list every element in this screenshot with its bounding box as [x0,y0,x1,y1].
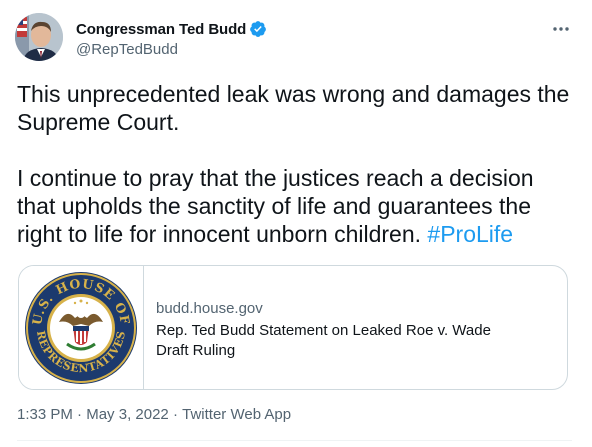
more-options-button[interactable] [550,18,572,40]
meta-separator: · [72,406,87,423]
link-card[interactable]: U.S. HOUSE OF REPRESENTATIVES budd.house… [18,265,568,390]
tweet[interactable]: Congressman Ted Budd @RepTedBudd This un… [0,0,592,447]
card-domain: budd.house.gov [156,300,263,317]
hashtag-link[interactable]: #ProLife [427,221,513,247]
tweet-paragraph-2: I continue to pray that the justices rea… [17,164,572,248]
tweet-text: This unprecedented leak was wrong and da… [17,80,572,248]
house-seal-logo: U.S. HOUSE OF REPRESENTATIVES [25,271,137,384]
card-title: Rep. Ted Budd Statement on Leaked Roe v.… [156,322,491,359]
verified-badge-icon [250,21,267,37]
tweet-time[interactable]: 1:33 PM [17,406,73,423]
avatar[interactable] [15,13,63,61]
author-block: Congressman Ted Budd @RepTedBudd [76,19,267,58]
handle[interactable]: @RepTedBudd [76,41,267,58]
tweet-source[interactable]: Twitter Web App [182,406,291,423]
card-thumbnail: U.S. HOUSE OF REPRESENTATIVES [19,266,144,389]
divider [17,440,572,441]
meta-separator: · [168,406,183,423]
tweet-meta: 1:33 PM · May 3, 2022 · Twitter Web App [17,406,291,423]
display-name[interactable]: Congressman Ted Budd [76,21,246,38]
card-info: budd.house.gov Rep. Ted Budd Statement o… [144,266,526,389]
more-options-icon [553,27,569,31]
profile-photo [15,13,63,61]
tweet-paragraph-1: This unprecedented leak was wrong and da… [17,81,570,135]
tweet-date[interactable]: May 3, 2022 [86,406,169,423]
